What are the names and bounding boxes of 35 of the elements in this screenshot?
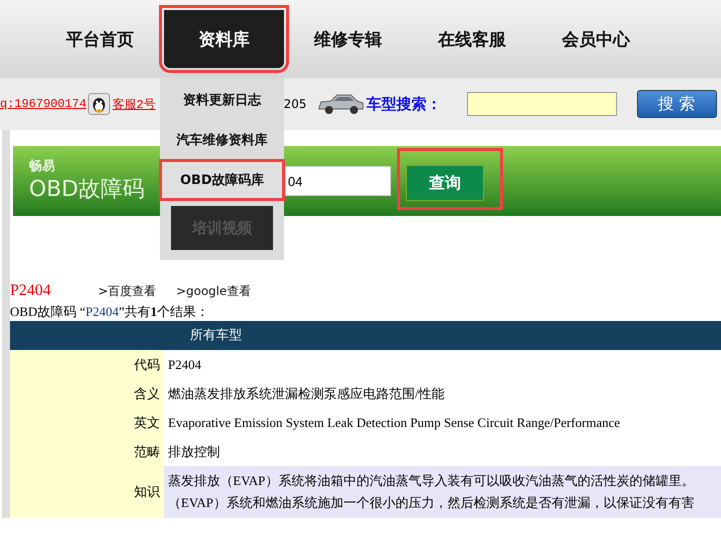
penguin-icon bbox=[88, 93, 110, 115]
search-button[interactable]: 搜 索 bbox=[636, 90, 717, 118]
lookup-link[interactable]: >google查看 bbox=[176, 283, 251, 300]
lookup-link[interactable]: >百度查看 bbox=[98, 283, 156, 300]
banner-title: OBD故障码 bbox=[29, 176, 144, 204]
qq-link[interactable]: q:1967900174 bbox=[0, 97, 86, 111]
code-field[interactable]: 04 bbox=[285, 166, 391, 196]
car-search-field[interactable] bbox=[466, 92, 617, 116]
row-value: P2404 bbox=[167, 356, 202, 374]
result-summary: OBD故障码 “P2404”共有1个结果： bbox=[10, 303, 210, 321]
nav-tab[interactable]: 平台首页 bbox=[40, 10, 160, 68]
nav-tab[interactable]: 资料库 bbox=[164, 10, 284, 68]
nav-tab[interactable]: 维修专辑 bbox=[288, 10, 408, 68]
brand-text: 畅易 bbox=[29, 158, 55, 175]
car-icon bbox=[316, 92, 365, 116]
query-button[interactable]: 查询 bbox=[406, 165, 484, 201]
menu-item[interactable]: OBD故障码库 bbox=[162, 162, 282, 198]
service-link[interactable]: 客服2号 bbox=[112, 96, 156, 112]
table-header: 所有车型 bbox=[10, 321, 721, 350]
nav-tab[interactable]: 会员中心 bbox=[536, 10, 656, 68]
nav-tab[interactable]: 在线客服 bbox=[412, 10, 532, 68]
row-label: 代码 bbox=[10, 350, 164, 379]
phone-text: 205 bbox=[284, 97, 307, 111]
row-label: 范畴 bbox=[10, 437, 164, 466]
menu-item[interactable]: 资料更新日志 bbox=[162, 82, 282, 118]
menu-item[interactable]: 汽车维修资料库 bbox=[162, 122, 282, 158]
row-value: 蒸发排放（EVAP）系统将油箱中的汽油蒸气导入装有可以吸收汽油蒸气的活性炭的储罐里。 （EVAP）系统和燃油系统施加一个很小的压力，然后检测系统是否有泄漏，以保证没有有害 bbox=[164, 466, 721, 518]
row-label: 含义 bbox=[10, 379, 164, 408]
fault-code: P2404 bbox=[10, 282, 52, 300]
row-label: 知识 bbox=[10, 466, 164, 518]
row-value: 排放控制 bbox=[167, 442, 221, 460]
car-search-label: 车型搜索： bbox=[366, 94, 443, 114]
row-value: 燃油蒸发排放系统泄漏检测泵感应电路范围/性能 bbox=[167, 384, 446, 402]
row-value: Evaporative Emission System Leak Detection Pump Sense Circuit Range/Performance bbox=[167, 414, 622, 432]
row-label: 英文 bbox=[10, 408, 164, 437]
